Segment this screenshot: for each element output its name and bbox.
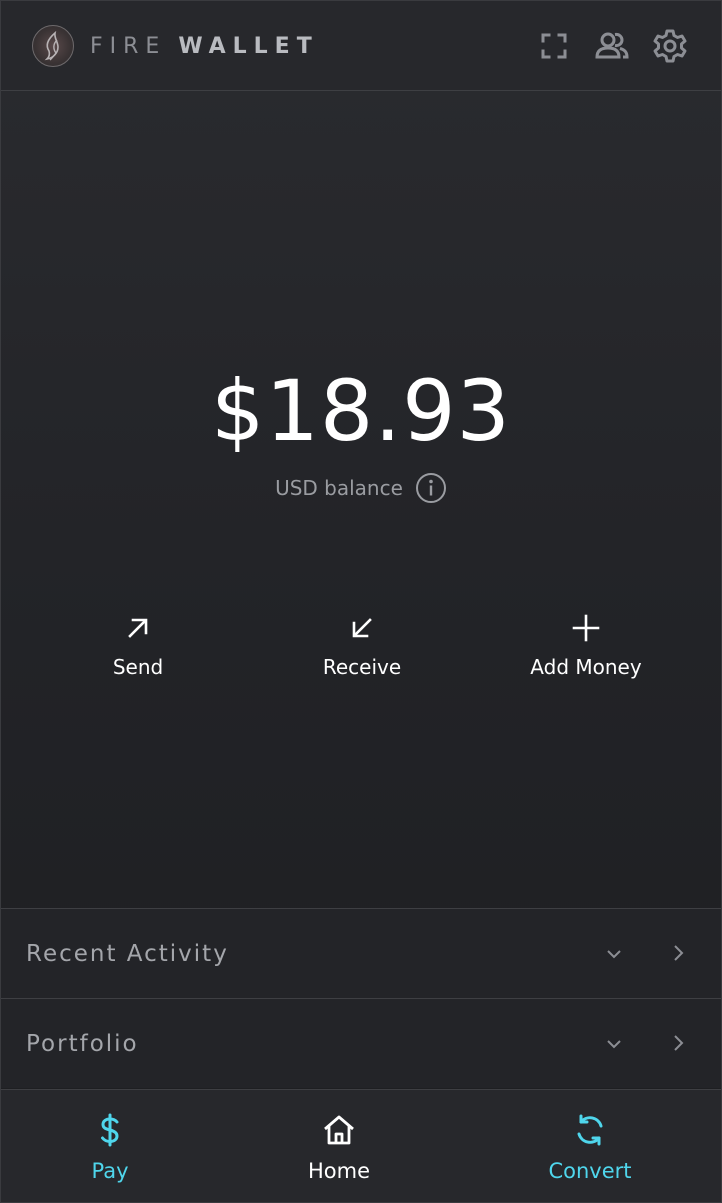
flame-logo-icon [32, 25, 74, 67]
contacts-icon[interactable] [593, 27, 631, 65]
brand-name: FIRE WALLET [90, 32, 319, 62]
send-label: Send [112, 655, 164, 679]
settings-icon[interactable] [651, 27, 689, 65]
nav-home[interactable]: Home [259, 1112, 419, 1192]
arrow-down-left-icon [347, 613, 377, 643]
add-money-button[interactable]: Add Money [486, 613, 686, 693]
add-money-label: Add Money [530, 655, 642, 679]
send-button[interactable]: Send [38, 613, 238, 693]
nav-pay[interactable]: Pay [30, 1112, 190, 1192]
brand-part-fire: FIRE [90, 34, 167, 59]
arrow-up-right-icon [123, 613, 153, 643]
refresh-icon [572, 1112, 608, 1148]
portfolio-title: Portfolio [26, 1031, 139, 1057]
wallet-app: FIRE WALLET $18.93 USD balance Send Rece… [0, 0, 722, 1203]
portfolio-section[interactable]: Portfolio [1, 998, 721, 1088]
bottom-nav: Pay Home Convert [1, 1089, 721, 1202]
balance-amount: $18.93 [211, 362, 511, 460]
scan-icon[interactable] [535, 27, 573, 65]
balance-caption: USD balance [275, 476, 403, 500]
dollar-icon [92, 1112, 128, 1148]
chevron-down-icon[interactable] [603, 943, 625, 965]
nav-convert[interactable]: Convert [510, 1112, 670, 1192]
app-header: FIRE WALLET [1, 1, 721, 91]
home-icon [321, 1112, 357, 1148]
balance-caption-row: USD balance [1, 471, 721, 505]
recent-activity-section[interactable]: Recent Activity [1, 908, 721, 998]
plus-icon [571, 613, 601, 643]
receive-label: Receive [322, 655, 402, 679]
chevron-right-icon[interactable] [667, 1032, 689, 1054]
receive-button[interactable]: Receive [262, 613, 462, 693]
chevron-right-icon[interactable] [667, 942, 689, 964]
nav-home-label: Home [307, 1159, 370, 1183]
chevron-down-icon[interactable] [603, 1033, 625, 1055]
nav-convert-label: Convert [548, 1159, 632, 1183]
recent-activity-title: Recent Activity [26, 941, 229, 967]
info-icon[interactable] [415, 472, 447, 504]
brand-part-wallet: WALLET [178, 34, 319, 59]
nav-pay-label: Pay [91, 1159, 129, 1183]
